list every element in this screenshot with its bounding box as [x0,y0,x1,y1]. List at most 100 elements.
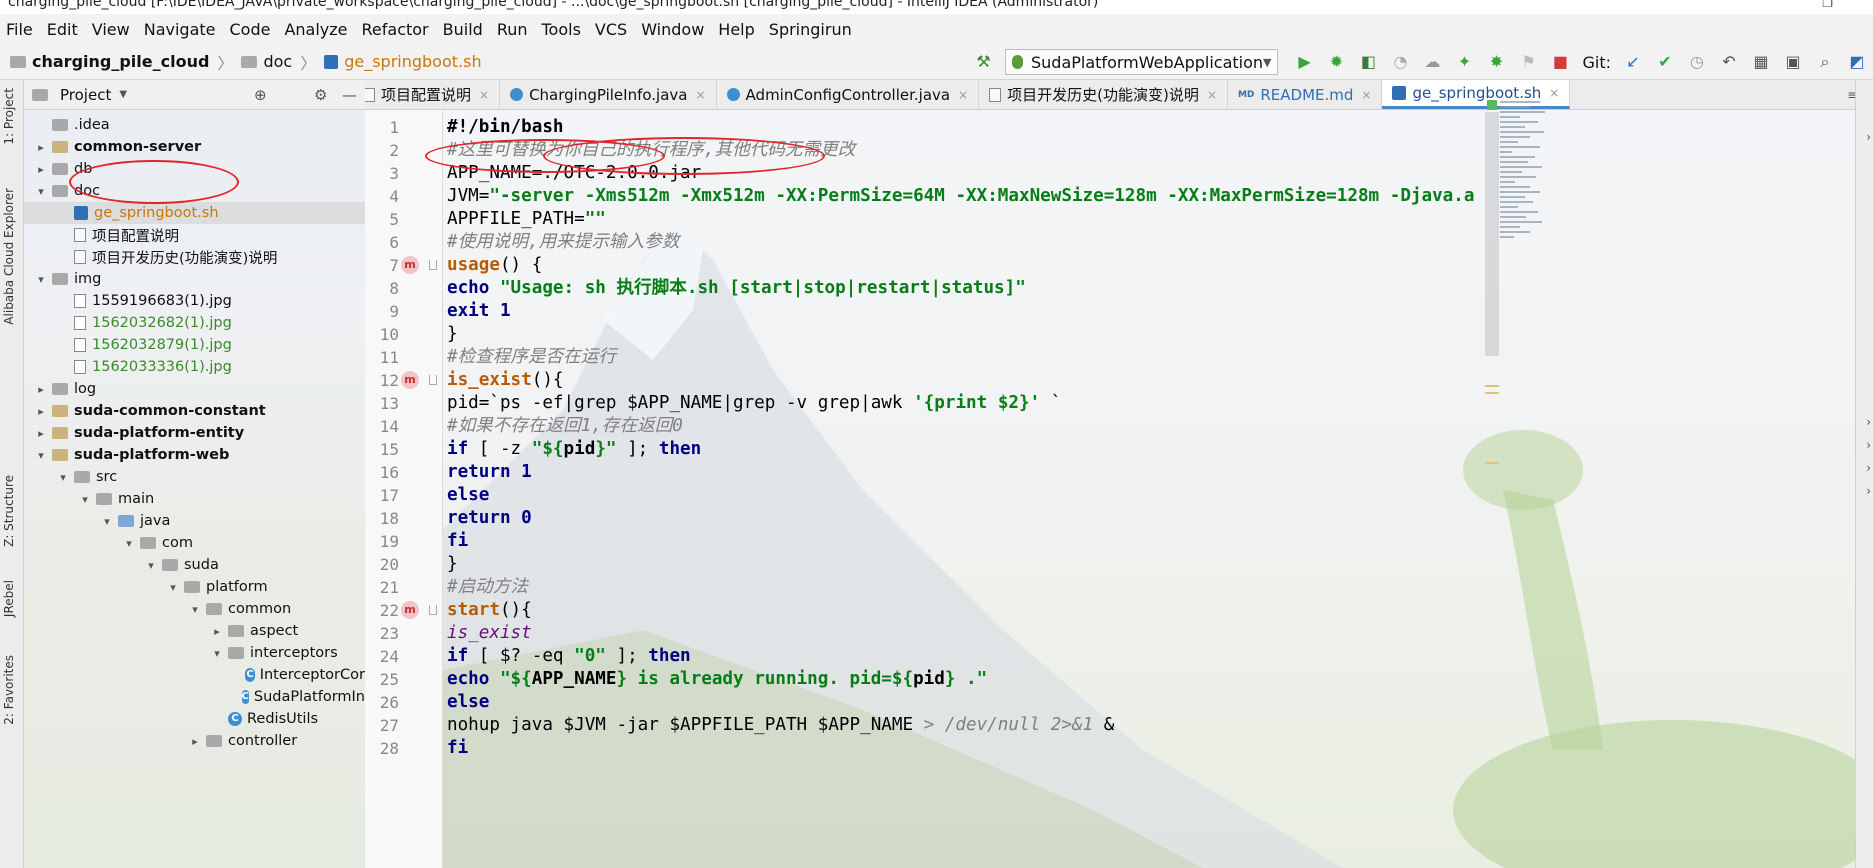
menu-window[interactable]: Window [641,20,704,39]
chevron-down-icon[interactable]: ▾ [78,493,92,506]
chevron-down-icon[interactable]: ▾ [166,581,180,594]
menu-navigate[interactable]: Navigate [144,20,216,39]
fold-marker-icon[interactable] [429,375,437,385]
method-marker-icon[interactable]: m [401,601,419,619]
coverage-icon[interactable]: ◧ [1358,52,1378,72]
jrebel-debug-icon[interactable]: ✦ [1454,52,1474,72]
tree-item[interactable]: ▸ controller [24,730,365,752]
menu-springirun[interactable]: Springirun [769,20,852,39]
terminal-icon[interactable]: ▣ [1783,52,1803,72]
tree-item[interactable]: 1562033336(1).jpg [24,356,365,378]
profile-icon[interactable]: ◔ [1390,52,1410,72]
breadcrumb-folder[interactable]: doc [241,52,292,71]
chevron-down-icon[interactable]: ▾ [144,559,158,572]
menu-tools[interactable]: Tools [542,20,581,39]
chevron-down-icon[interactable]: ▾ [56,471,70,484]
code-text[interactable]: #!/bin/bash #这里可替换为你自己的执行程序,其他代码无需更改 APP_N… [445,110,1495,868]
tree-item[interactable]: ▾ suda-platform-web [24,444,365,466]
tool-tab-jrebel[interactable]: JRebel [2,580,16,617]
editor-tab[interactable]: 项目开发历史(功能演变)说明 × [979,80,1228,109]
chevron-right-icon[interactable]: ▸ [210,625,224,638]
chevron-down-icon[interactable]: ▾ [34,185,48,198]
run-icon[interactable]: ▶ [1294,52,1314,72]
chevron-right-icon[interactable]: › [1866,130,1871,144]
menu-refactor[interactable]: Refactor [362,20,429,39]
chevron-right-icon[interactable]: › [1866,461,1871,475]
git-update-icon[interactable]: ↙ [1623,52,1643,72]
chevron-right-icon[interactable]: › [1866,438,1871,452]
tree-item[interactable]: 1562032682(1).jpg [24,312,365,334]
tool-tab-favorites[interactable]: 2: Favorites [2,655,16,725]
tree-item[interactable]: .idea [24,114,365,136]
editor-tab[interactable]: ChargingPileInfo.java × [500,80,717,109]
tree-item[interactable]: C RedisUtils [24,708,365,730]
tree-item[interactable]: ▾ interceptors [24,642,365,664]
chevron-right-icon[interactable]: ▸ [34,427,48,440]
chevron-right-icon[interactable]: › [1866,415,1871,429]
tool-tab-alibaba-cloud[interactable]: Alibaba Cloud Explorer [2,188,16,325]
menu-vcs[interactable]: VCS [595,20,627,39]
tree-item[interactable]: ▸ suda-platform-entity [24,422,365,444]
git-commit-icon[interactable]: ✔ [1655,52,1675,72]
git-rollback-icon[interactable]: ↶ [1719,52,1739,72]
tree-item[interactable]: ▾ suda [24,554,365,576]
close-icon[interactable]: × [958,88,968,102]
menu-view[interactable]: View [92,20,130,39]
tree-item[interactable]: ▾ java [24,510,365,532]
tree-item[interactable]: 1559196683(1).jpg [24,290,365,312]
close-icon[interactable]: × [695,88,705,102]
restore-window-icon[interactable]: ❐ [1822,0,1833,10]
chevron-down-icon[interactable]: ▾ [188,603,202,616]
method-marker-icon[interactable]: m [401,371,419,389]
jrebel-run-icon[interactable]: ☁ [1422,52,1442,72]
tool-tab-project[interactable]: 1: Project [2,88,16,145]
stop-icon[interactable]: ■ [1550,52,1570,72]
inspection-status-icon[interactable] [1487,100,1497,110]
tree-item[interactable]: ▸ suda-common-constant [24,400,365,422]
locate-file-icon[interactable]: ⊕ [254,86,267,104]
tree-item[interactable]: ▾ src [24,466,365,488]
chevron-down-icon[interactable]: ▼ [119,89,127,100]
chevron-right-icon[interactable]: ▸ [34,405,48,418]
chevron-down-icon[interactable]: ▾ [34,449,48,462]
chevron-down-icon[interactable]: ▾ [122,537,136,550]
menu-build[interactable]: Build [443,20,483,39]
debug-icon[interactable]: ✹ [1326,52,1346,72]
menu-analyze[interactable]: Analyze [284,20,347,39]
gear-icon[interactable]: ⚙ [314,86,327,104]
menu-edit[interactable]: Edit [47,20,78,39]
tree-item[interactable]: 1562032879(1).jpg [24,334,365,356]
tree-item[interactable]: ▾ img [24,268,365,290]
editor-tab[interactable]: MD README.md × [1228,80,1383,109]
tree-item[interactable]: ▾ platform [24,576,365,598]
menu-run[interactable]: Run [497,20,528,39]
vertical-scrollbar[interactable] [1485,112,1499,356]
tree-item[interactable]: ge_springboot.sh [24,202,365,224]
project-pane-title[interactable]: Project [60,86,111,104]
tree-item[interactable]: ▸ log [24,378,365,400]
run-configuration-select[interactable]: SudaPlatformWebApplication ▼ [1005,49,1279,75]
chevron-down-icon[interactable]: ▾ [34,273,48,286]
menu-code[interactable]: Code [230,20,271,39]
chevron-right-icon[interactable]: ▸ [188,735,202,748]
fold-marker-icon[interactable] [429,260,437,270]
fold-marker-icon[interactable] [429,605,437,615]
chevron-right-icon[interactable]: ▸ [34,163,48,176]
tree-item[interactable]: ▾ com [24,532,365,554]
update-application-icon[interactable]: ⚑ [1518,52,1538,72]
tree-item[interactable]: C SudaPlatformIn [24,686,365,708]
build-hammer-icon[interactable]: ⚒ [973,52,993,72]
tree-item[interactable]: ▸ aspect [24,620,365,642]
attach-debugger-icon[interactable]: ✸ [1486,52,1506,72]
tree-item[interactable]: ▾ main [24,488,365,510]
hide-panel-icon[interactable]: — [342,86,357,104]
tree-item[interactable]: ▸ common-server [24,136,365,158]
tree-item[interactable]: ▾ common [24,598,365,620]
git-history-icon[interactable]: ◷ [1687,52,1707,72]
method-marker-icon[interactable]: m [401,256,419,274]
chevron-down-icon[interactable]: ▾ [100,515,114,528]
search-icon[interactable]: ⌕ [1815,52,1835,72]
close-icon[interactable]: × [479,88,489,102]
chevron-right-icon[interactable]: ▸ [34,383,48,396]
menu-help[interactable]: Help [718,20,754,39]
